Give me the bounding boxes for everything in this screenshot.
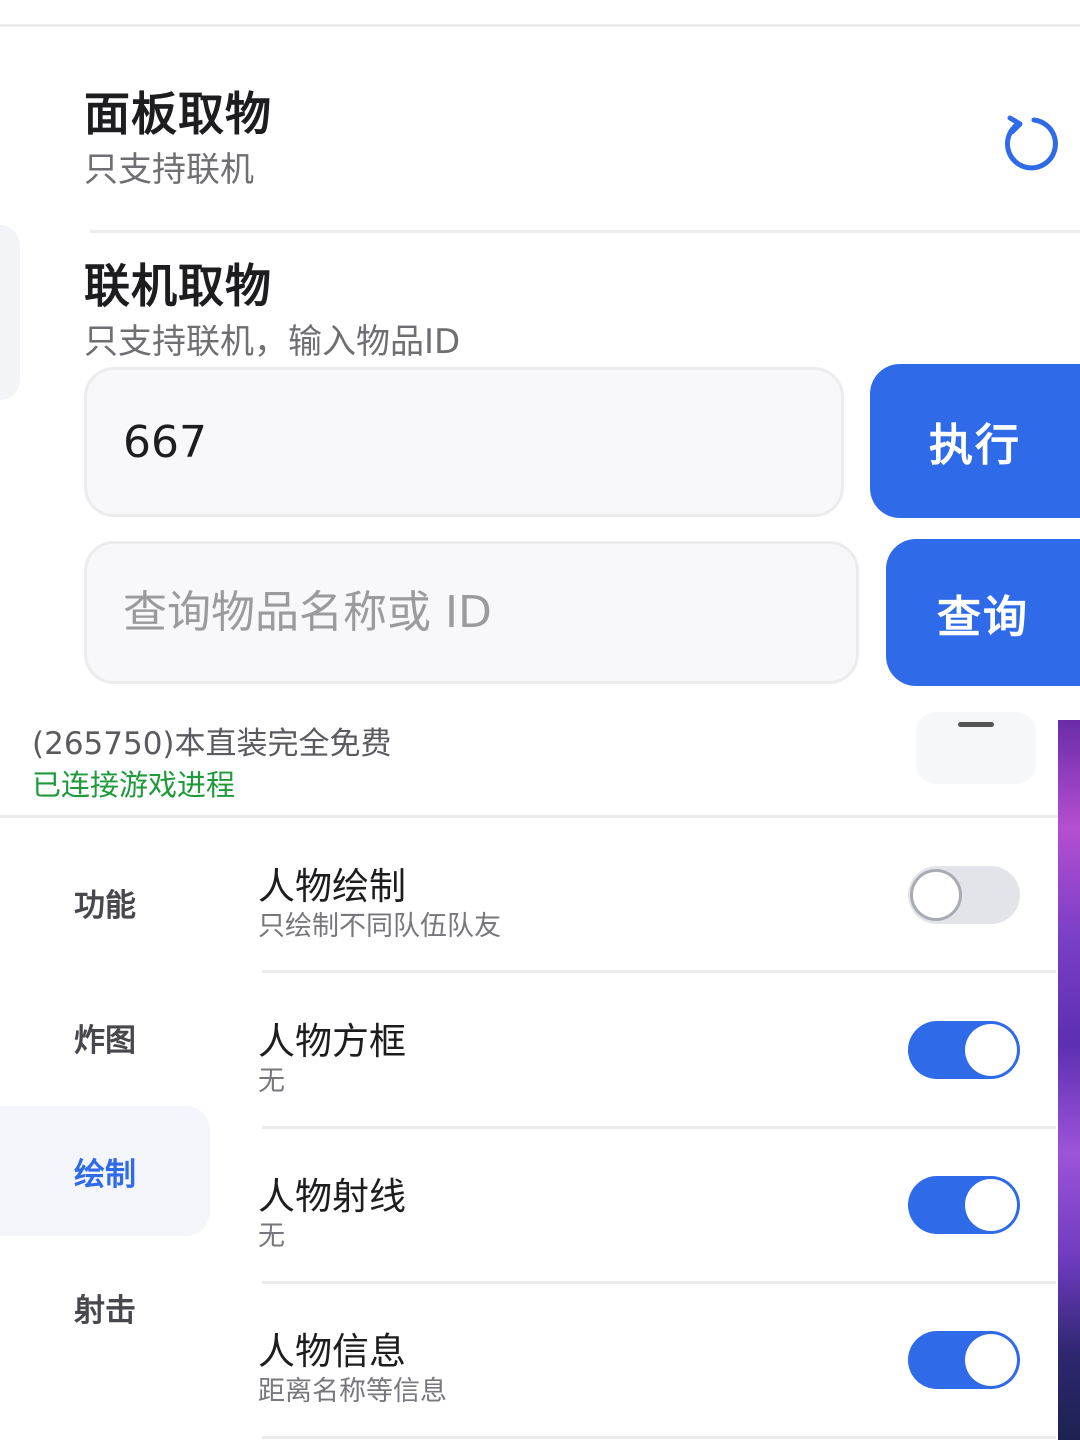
toggle-knob (965, 1179, 1017, 1231)
option-subtitle: 距离名称等信息 (258, 1376, 447, 1407)
player-info-toggle[interactable] (908, 1331, 1020, 1389)
top-divider (0, 24, 1080, 27)
toggle-knob (965, 1334, 1017, 1386)
toggle-knob (910, 869, 962, 921)
panel-pickup-subtitle: 只支持联机 (84, 150, 254, 190)
panel-divider (0, 815, 1058, 818)
sidebar-item-label: 绘制 (74, 1156, 136, 1193)
online-pickup-subtitle: 只支持联机，输入物品ID (84, 322, 461, 362)
execute-button[interactable]: 执行 (870, 364, 1080, 518)
refresh-icon[interactable] (998, 110, 1062, 174)
option-divider (262, 1126, 1056, 1129)
option-divider (262, 970, 1056, 973)
player-line-toggle[interactable] (908, 1176, 1020, 1234)
sidebar-item-label: 功能 (74, 887, 136, 924)
option-title: 人物射线 (258, 1175, 406, 1218)
background-artwork (1058, 720, 1080, 1440)
player-draw-toggle[interactable] (908, 866, 1020, 924)
option-subtitle: 只绘制不同队伍队友 (258, 911, 501, 942)
item-id-field[interactable] (84, 367, 844, 517)
option-subtitle: 无 (258, 1221, 285, 1252)
item-search-input[interactable] (123, 587, 856, 638)
option-subtitle: 无 (258, 1066, 285, 1097)
row-divider (90, 230, 1080, 233)
connection-status: 已连接游戏进程 (32, 768, 236, 802)
info-text: (265750)本直装完全免费 (32, 726, 392, 762)
option-title: 人物绘制 (258, 865, 406, 908)
item-id-input[interactable] (123, 416, 841, 468)
option-divider (262, 1281, 1056, 1284)
minus-icon (958, 722, 994, 727)
sidebar-item-label: 炸图 (74, 1022, 136, 1059)
option-divider (262, 1436, 1056, 1439)
sidebar-item-label: 射击 (74, 1292, 136, 1329)
search-button[interactable]: 查询 (886, 539, 1080, 686)
sidebar-item-bomb[interactable]: 炸图 (0, 972, 210, 1102)
panel-pickup-title: 面板取物 (84, 87, 272, 141)
edge-tab[interactable] (0, 225, 20, 400)
option-title: 人物信息 (258, 1330, 406, 1373)
player-box-toggle[interactable] (908, 1021, 1020, 1079)
item-search-field[interactable] (84, 541, 859, 684)
sidebar-item-features[interactable]: 功能 (0, 837, 210, 967)
sidebar-item-draw[interactable]: 绘制 (0, 1106, 210, 1236)
sidebar-item-shoot[interactable]: 射击 (0, 1242, 210, 1372)
option-title: 人物方框 (258, 1020, 406, 1063)
toggle-knob (965, 1024, 1017, 1076)
online-pickup-title: 联机取物 (84, 259, 272, 313)
